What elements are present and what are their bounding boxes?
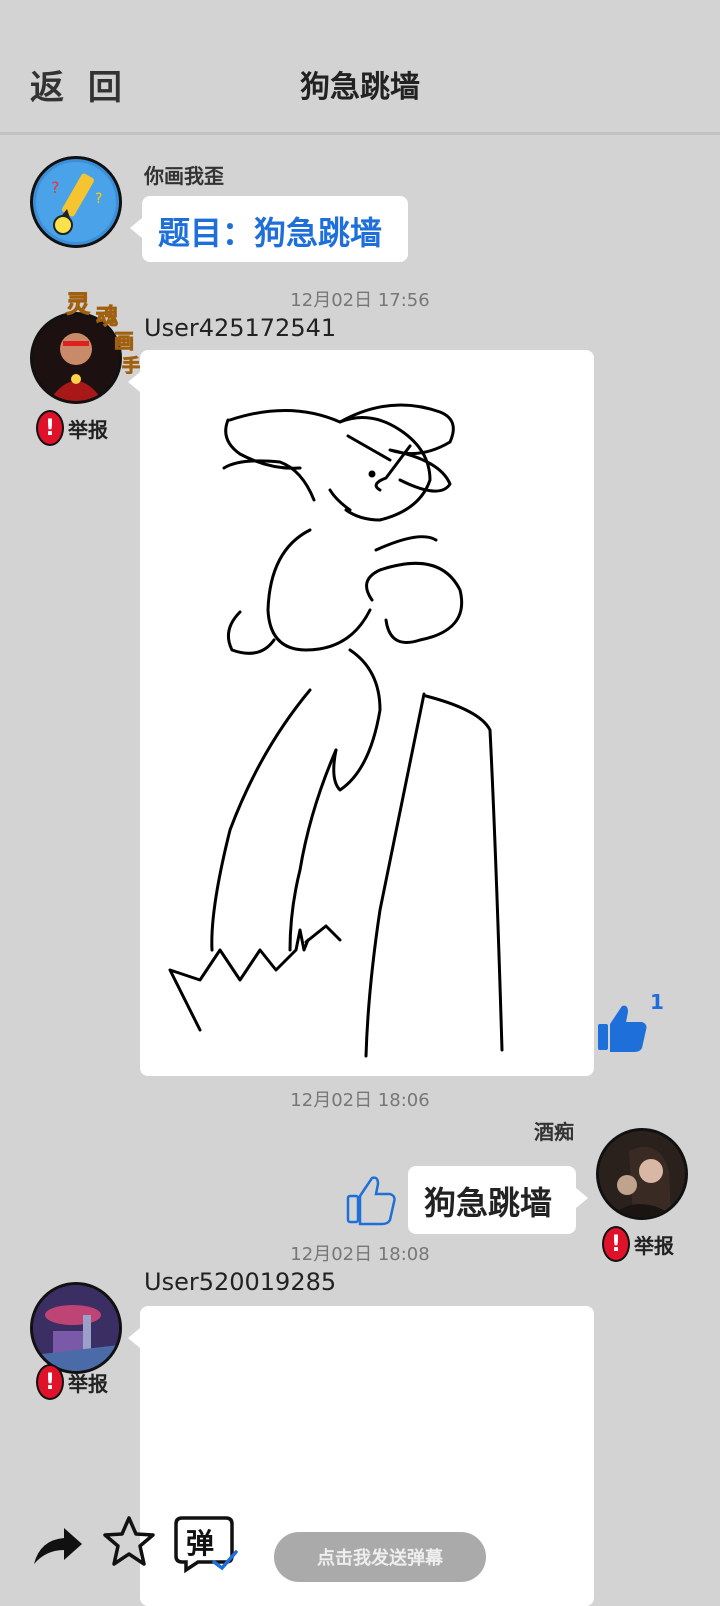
topic-bubble: 题目：狗急跳墙 (130, 196, 408, 262)
share-button[interactable] (30, 1518, 86, 1574)
danmu-toggle[interactable]: 弹 (174, 1512, 240, 1574)
timestamp: 12月02日 18:08 (290, 1244, 430, 1265)
like-button[interactable] (346, 1172, 402, 1230)
report-label: 举报 (68, 1371, 108, 1396)
share-icon (34, 1528, 82, 1564)
reply-bubble: 狗急跳墙 (408, 1166, 588, 1234)
exclamation-icon: ! (36, 410, 64, 446)
star-icon (103, 1516, 155, 1566)
system-avatar[interactable]: ? ? (30, 156, 122, 248)
danmu-label: 弹 (186, 1527, 215, 1560)
drawing-bubble[interactable] (128, 350, 594, 1076)
timestamp: 12月02日 18:06 (290, 1090, 430, 1111)
thumbs-up-icon (598, 1005, 647, 1052)
top-bar: 返 回 狗急跳墙 (0, 0, 720, 135)
svg-text:?: ? (51, 178, 60, 197)
like-count: 1 (650, 990, 664, 1014)
topic-text: 题目：狗急跳墙 (158, 214, 383, 252)
user-avatar[interactable] (30, 1282, 122, 1374)
report-button[interactable]: ! 举报 (36, 1364, 108, 1400)
sender-name: 酒痴 (534, 1120, 574, 1144)
svg-text:?: ? (95, 191, 102, 207)
thumbs-up-icon (346, 1176, 396, 1226)
sender-name: 你画我歪 (144, 164, 224, 188)
exclamation-icon: ! (36, 1364, 64, 1400)
svg-text:画: 画 (114, 329, 134, 353)
like-button[interactable] (596, 1000, 656, 1060)
report-label: 举报 (68, 417, 108, 442)
drawing-canvas (168, 403, 504, 1058)
sender-name: User520019285 (144, 1268, 337, 1296)
favorite-button[interactable] (102, 1514, 156, 1570)
danmu-input[interactable]: 点击我发送弹幕 (274, 1532, 486, 1582)
page-title: 狗急跳墙 (300, 70, 420, 105)
user-avatar[interactable] (596, 1128, 688, 1220)
avatar-badge: 灵 魂 画 手 (62, 284, 152, 378)
svg-text:魂: 魂 (96, 304, 118, 330)
svg-text:灵: 灵 (66, 290, 90, 318)
sender-name: User425172541 (144, 314, 337, 342)
reply-text: 狗急跳墙 (424, 1184, 553, 1222)
report-button[interactable]: ! 举报 (36, 410, 108, 446)
